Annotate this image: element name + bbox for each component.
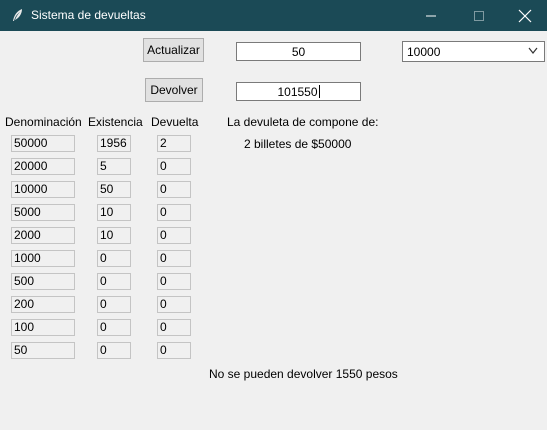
text-caret [318,85,320,98]
devuelta-cell[interactable]: 2 [157,135,191,152]
denominacion-cell[interactable]: 2000 [11,227,75,244]
devuelta-cell[interactable]: 0 [157,227,191,244]
devuelta-cell[interactable]: 0 [157,158,191,175]
chevron-down-icon [528,47,538,54]
existencia-cell[interactable]: 0 [97,319,131,336]
title-bar: Sistema de devueltas [0,0,547,31]
devolver-button-label: Devolver [150,83,198,97]
existencia-cell[interactable]: 5 [97,158,131,175]
existencia-cell[interactable]: 0 [97,250,131,267]
existencia-cell[interactable]: 10 [97,227,131,244]
maximize-button[interactable] [456,0,502,31]
devuelta-cell[interactable]: 0 [157,342,191,359]
denominacion-cell[interactable]: 500 [11,273,75,290]
existencia-cell[interactable]: 1956 [97,135,131,152]
denominacion-cell[interactable]: 200 [11,296,75,313]
denomination-select-value: 10000 [407,45,441,59]
maximize-icon [474,10,484,21]
actualizar-button-label: Actualizar [147,43,200,57]
denominacion-cell[interactable]: 10000 [11,181,75,198]
denominacion-cell[interactable]: 100 [11,319,75,336]
devuelta-cell[interactable]: 0 [157,250,191,267]
header-denominacion: Denominación [5,115,82,129]
denominacion-cell[interactable]: 50 [11,342,75,359]
denominacion-cell[interactable]: 20000 [11,158,75,175]
devolver-amount-input[interactable]: 101550 [236,82,361,101]
denominacion-cell[interactable]: 50000 [11,135,75,152]
feather-icon [11,8,25,22]
existencia-cell[interactable]: 10 [97,204,131,221]
denominacion-cell[interactable]: 5000 [11,204,75,221]
window-title: Sistema de devueltas [31,8,146,22]
summary-heading: La devuleta de compone de: [227,115,379,129]
close-button[interactable] [502,0,547,31]
actualizar-amount-input[interactable]: 50 [236,42,361,61]
devuelta-cell[interactable]: 0 [157,296,191,313]
minimize-button[interactable] [408,0,454,31]
existencia-cell[interactable]: 0 [97,296,131,313]
devuelta-cell[interactable]: 0 [157,273,191,290]
existencia-cell[interactable]: 50 [97,181,131,198]
devuelta-cell[interactable]: 0 [157,204,191,221]
status-message: No se pueden devolver 1550 pesos [209,367,398,381]
denomination-select[interactable]: 10000 [402,41,545,62]
existencia-cell[interactable]: 0 [97,342,131,359]
devolver-button[interactable]: Devolver [145,78,203,102]
close-icon [518,9,532,22]
devuelta-cell[interactable]: 0 [157,181,191,198]
denominacion-cell[interactable]: 1000 [11,250,75,267]
header-existencia: Existencia [88,115,143,129]
existencia-cell[interactable]: 0 [97,273,131,290]
header-devuelta: Devuelta [151,115,199,129]
actualizar-button[interactable]: Actualizar [143,38,204,62]
devuelta-cell[interactable]: 0 [157,319,191,336]
summary-line: 2 billetes de $50000 [244,137,352,151]
minimize-icon [426,15,436,16]
